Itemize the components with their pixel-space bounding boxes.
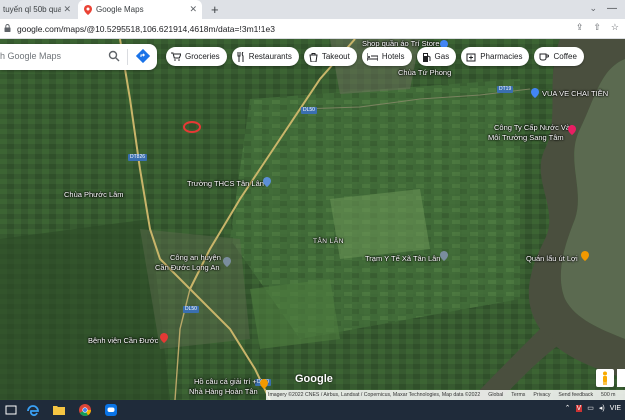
- tab-strip: tuyến ql 50b qua k ✕ Google Maps ✕ + ⌄ —: [0, 0, 625, 19]
- medical-pin-icon[interactable]: [440, 251, 448, 261]
- edge-icon[interactable]: [26, 403, 40, 417]
- system-tray: ⌃ V ▭ ◂) VIE: [565, 404, 621, 412]
- government-pin-icon[interactable]: [223, 257, 231, 267]
- send-feedback-link[interactable]: Send feedback: [558, 392, 593, 398]
- vivaldi-tray-icon[interactable]: V: [575, 404, 583, 412]
- search-input[interactable]: [0, 51, 100, 61]
- place-label[interactable]: VUA VE CHAI TIỀN: [542, 89, 608, 98]
- road-badge: DT19: [497, 86, 514, 93]
- coffee-icon: [539, 53, 550, 61]
- tab-label: tuyến ql 50b qua k: [3, 5, 61, 14]
- gas-pump-icon: [422, 52, 431, 62]
- file-explorer-icon[interactable]: [52, 403, 66, 417]
- tab-google-maps[interactable]: Google Maps ✕: [78, 0, 202, 19]
- road-badge: DL50: [183, 306, 199, 313]
- takeout-icon: [309, 52, 318, 62]
- place-label[interactable]: Cần Đước Long An: [155, 263, 220, 272]
- windows-taskbar: ⌃ V ▭ ◂) VIE: [0, 400, 625, 420]
- divider: [127, 49, 128, 65]
- shopping-pin-icon[interactable]: [531, 88, 539, 98]
- area-label: TÂN LÂN: [313, 238, 344, 245]
- chip-label: Groceries: [185, 52, 220, 61]
- cart-icon: [171, 52, 181, 61]
- chip-label: Restaurants: [248, 52, 292, 61]
- privacy-link[interactable]: Privacy: [533, 392, 550, 398]
- chip-label: Hotels: [381, 52, 405, 61]
- place-label[interactable]: Hồ câu cá giải trí +: [194, 377, 257, 386]
- chip-label: Pharmacies: [480, 52, 523, 61]
- place-label[interactable]: Nhà Hàng Hoàn Tân: [189, 387, 258, 396]
- place-label[interactable]: Quán lẩu út Lợi: [526, 254, 578, 263]
- chip-pharmacies[interactable]: Pharmacies: [461, 47, 530, 66]
- chip-label: Gas: [434, 52, 450, 61]
- address-bar-actions: ⇪ ⇧ ☆: [576, 22, 619, 33]
- restaurant-pin-icon[interactable]: [260, 379, 268, 389]
- school-pin-icon[interactable]: [263, 177, 271, 187]
- google-logo: Google: [295, 373, 333, 385]
- pharmacy-icon: [466, 53, 476, 61]
- zoom-control[interactable]: [617, 369, 625, 387]
- imagery-credit: Imagery ©2022 CNES / Airbus, Landsat / C…: [268, 392, 481, 398]
- restaurant-pin-icon[interactable]: [581, 251, 589, 261]
- chevron-down-icon[interactable]: ⌄: [589, 3, 597, 14]
- road-badge: DT826: [128, 154, 148, 161]
- close-tab-icon[interactable]: ✕: [189, 4, 197, 15]
- volume-icon[interactable]: ◂): [599, 404, 605, 412]
- address-bar[interactable]: google.com/maps/@10.5295518,106.621914,4…: [0, 19, 625, 39]
- chip-label: Takeout: [321, 52, 350, 61]
- search-icon[interactable]: [108, 50, 120, 62]
- chip-restaurants[interactable]: Restaurants: [231, 47, 299, 66]
- chip-coffee[interactable]: Coffee: [534, 47, 584, 66]
- place-label[interactable]: Công an huyện: [170, 253, 221, 262]
- minimize-icon[interactable]: —: [607, 3, 617, 14]
- map-attribution: Imagery ©2022 CNES / Airbus, Landsat / C…: [266, 390, 625, 400]
- new-tab-button[interactable]: +: [211, 2, 219, 17]
- google-maps-favicon-icon: [84, 4, 92, 15]
- close-tab-icon[interactable]: ✕: [63, 4, 71, 15]
- directions-icon[interactable]: [136, 49, 150, 63]
- chip-gas[interactable]: Gas: [416, 47, 457, 66]
- pegman-street-view-button[interactable]: [596, 369, 614, 387]
- maps-search-box[interactable]: [0, 44, 157, 70]
- scale-label[interactable]: 500 m: [601, 392, 615, 398]
- place-label[interactable]: Trạm Y Tế Xã Tân Lân: [365, 254, 440, 263]
- fork-knife-icon: [237, 51, 244, 62]
- zalo-icon[interactable]: [104, 403, 118, 417]
- lock-icon[interactable]: [4, 24, 11, 32]
- chrome-icon[interactable]: [78, 403, 92, 417]
- place-label[interactable]: Môi Trường Sang Tâm: [488, 133, 564, 142]
- place-label[interactable]: Công Ty Cấp Nước Và: [494, 123, 570, 132]
- global-link[interactable]: Global: [488, 392, 503, 398]
- pegman-icon: [603, 371, 607, 385]
- place-label[interactable]: Chùa Tứ Phong: [398, 68, 451, 77]
- category-chips: Groceries Restaurants Takeout Hotels Gas…: [166, 47, 584, 66]
- share-icon[interactable]: ⇧: [593, 22, 601, 33]
- chip-takeout[interactable]: Takeout: [303, 47, 357, 66]
- bookmark-star-icon[interactable]: ☆: [611, 22, 619, 33]
- chip-label: Coffee: [553, 52, 577, 61]
- chip-groceries[interactable]: Groceries: [166, 47, 227, 66]
- place-label[interactable]: Trường THCS Tân Lân: [187, 179, 264, 188]
- language-indicator[interactable]: VIE: [610, 405, 621, 412]
- business-pin-icon[interactable]: [568, 125, 576, 135]
- chevron-up-icon[interactable]: ⌃: [565, 404, 571, 412]
- install-icon[interactable]: ⇪: [576, 22, 584, 33]
- chip-hotels[interactable]: Hotels: [361, 47, 412, 66]
- road-badge: DL50: [301, 107, 317, 114]
- url-text[interactable]: google.com/maps/@10.5295518,106.621914,4…: [17, 24, 275, 34]
- network-icon[interactable]: ▭: [587, 404, 594, 412]
- task-view-icon[interactable]: [4, 403, 18, 417]
- tab-search-result[interactable]: tuyến ql 50b qua k ✕: [0, 0, 76, 19]
- terms-link[interactable]: Terms: [511, 392, 525, 398]
- place-label[interactable]: Bệnh viện Cần Đước: [88, 336, 158, 345]
- hospital-pin-icon[interactable]: [160, 333, 168, 343]
- tab-label: Google Maps: [96, 5, 144, 14]
- bed-icon: [366, 52, 378, 61]
- place-label[interactable]: Chùa Phước Lâm: [64, 190, 124, 199]
- satellite-map[interactable]: DT19 DT826 DL50 DL50 DL50 Shop quần áo T…: [0, 39, 625, 400]
